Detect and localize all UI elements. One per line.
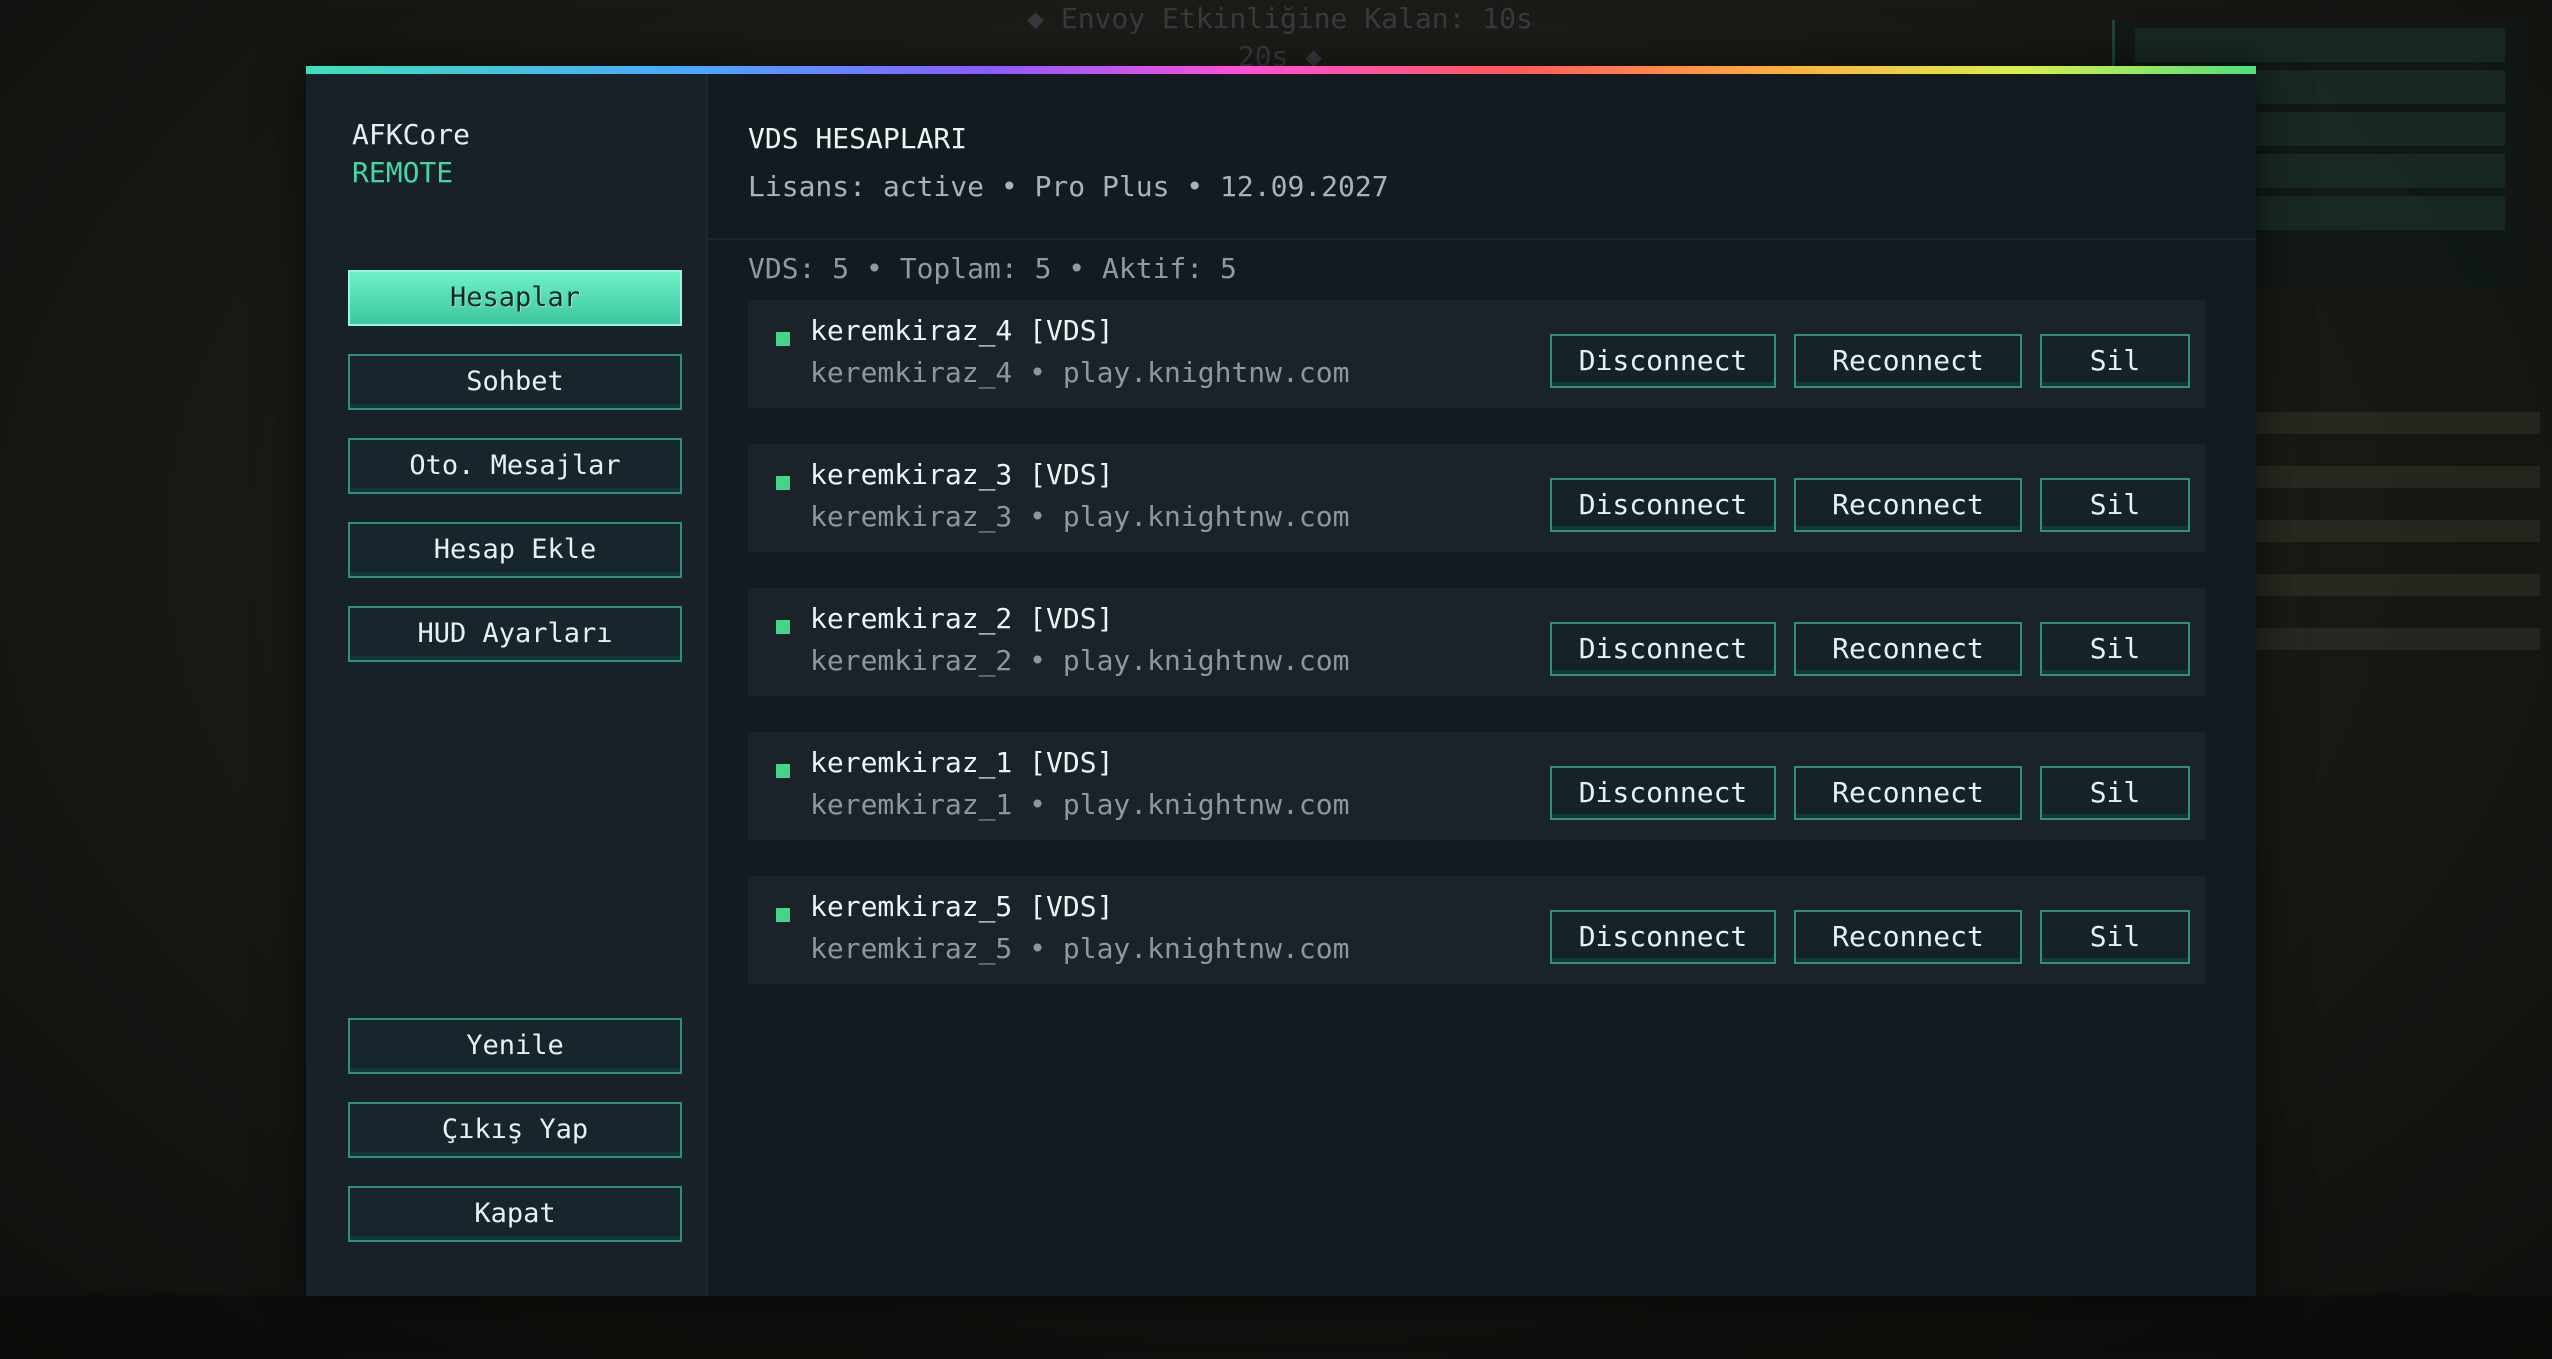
nav-hesap-ekle-button[interactable]: Hesap Ekle [348, 522, 682, 578]
account-server: keremkiraz_3 • play.knightnw.com [810, 500, 1350, 533]
account-row: keremkiraz_1 [VDS] keremkiraz_1 • play.k… [748, 732, 2206, 840]
account-stats: VDS: 5 • Toplam: 5 • Aktif: 5 [748, 252, 1237, 285]
brand: AFKCore REMOTE [352, 116, 470, 192]
account-row: keremkiraz_5 [VDS] keremkiraz_5 • play.k… [748, 876, 2206, 984]
online-status-icon [776, 908, 790, 922]
main-content: VDS HESAPLARI Lisans: active • Pro Plus … [708, 74, 2256, 1296]
page-title: VDS HESAPLARI [748, 122, 968, 155]
disconnect-button[interactable]: Disconnect [1550, 478, 1776, 532]
delete-button[interactable]: Sil [2040, 334, 2190, 388]
brand-subtitle: REMOTE [352, 156, 454, 189]
disconnect-button[interactable]: Disconnect [1550, 910, 1776, 964]
sidebar: AFKCore REMOTE Hesaplar Sohbet Oto. Mesa… [306, 74, 708, 1296]
nav-hesaplar-button[interactable]: Hesaplar [348, 270, 682, 326]
game-hotbar [0, 1295, 2552, 1359]
reconnect-button[interactable]: Reconnect [1794, 766, 2022, 820]
account-name: keremkiraz_2 [VDS] [810, 602, 1114, 635]
reconnect-button[interactable]: Reconnect [1794, 478, 2022, 532]
account-row: keremkiraz_3 [VDS] keremkiraz_3 • play.k… [748, 444, 2206, 552]
nav-hud-ayarlari-button[interactable]: HUD Ayarları [348, 606, 682, 662]
account-row: keremkiraz_4 [VDS] keremkiraz_4 • play.k… [748, 300, 2206, 408]
afkcore-panel: AFKCore REMOTE Hesaplar Sohbet Oto. Mesa… [306, 66, 2256, 1296]
nav-oto-mesajlar-button[interactable]: Oto. Mesajlar [348, 438, 682, 494]
account-server: keremkiraz_5 • play.knightnw.com [810, 932, 1350, 965]
account-row: keremkiraz_2 [VDS] keremkiraz_2 • play.k… [748, 588, 2206, 696]
account-name: keremkiraz_5 [VDS] [810, 890, 1114, 923]
delete-button[interactable]: Sil [2040, 478, 2190, 532]
online-status-icon [776, 764, 790, 778]
account-name: keremkiraz_4 [VDS] [810, 314, 1114, 347]
reconnect-button[interactable]: Reconnect [1794, 910, 2022, 964]
logout-button[interactable]: Çıkış Yap [348, 1102, 682, 1158]
license-info: Lisans: active • Pro Plus • 12.09.2027 [748, 170, 1389, 203]
online-status-icon [776, 476, 790, 490]
account-server: keremkiraz_1 • play.knightnw.com [810, 788, 1350, 821]
delete-button[interactable]: Sil [2040, 910, 2190, 964]
account-server: keremkiraz_2 • play.knightnw.com [810, 644, 1350, 677]
online-status-icon [776, 332, 790, 346]
game-event-timer: ◆ Envoy Etkinliğine Kalan: 10s 20s ◆ [1027, 2, 1533, 73]
rainbow-bar [306, 66, 2256, 74]
disconnect-button[interactable]: Disconnect [1550, 334, 1776, 388]
brand-name: AFKCore [352, 118, 471, 151]
delete-button[interactable]: Sil [2040, 622, 2190, 676]
disconnect-button[interactable]: Disconnect [1550, 622, 1776, 676]
header: VDS HESAPLARI Lisans: active • Pro Plus … [708, 74, 2256, 240]
account-name: keremkiraz_1 [VDS] [810, 746, 1114, 779]
delete-button[interactable]: Sil [2040, 766, 2190, 820]
account-server: keremkiraz_4 • play.knightnw.com [810, 356, 1350, 389]
nav-sohbet-button[interactable]: Sohbet [348, 354, 682, 410]
reconnect-button[interactable]: Reconnect [1794, 622, 2022, 676]
account-name: keremkiraz_3 [VDS] [810, 458, 1114, 491]
close-button[interactable]: Kapat [348, 1186, 682, 1242]
refresh-button[interactable]: Yenile [348, 1018, 682, 1074]
reconnect-button[interactable]: Reconnect [1794, 334, 2022, 388]
disconnect-button[interactable]: Disconnect [1550, 766, 1776, 820]
account-list: keremkiraz_4 [VDS] keremkiraz_4 • play.k… [748, 300, 2206, 1020]
online-status-icon [776, 620, 790, 634]
game-chat [2250, 380, 2540, 682]
